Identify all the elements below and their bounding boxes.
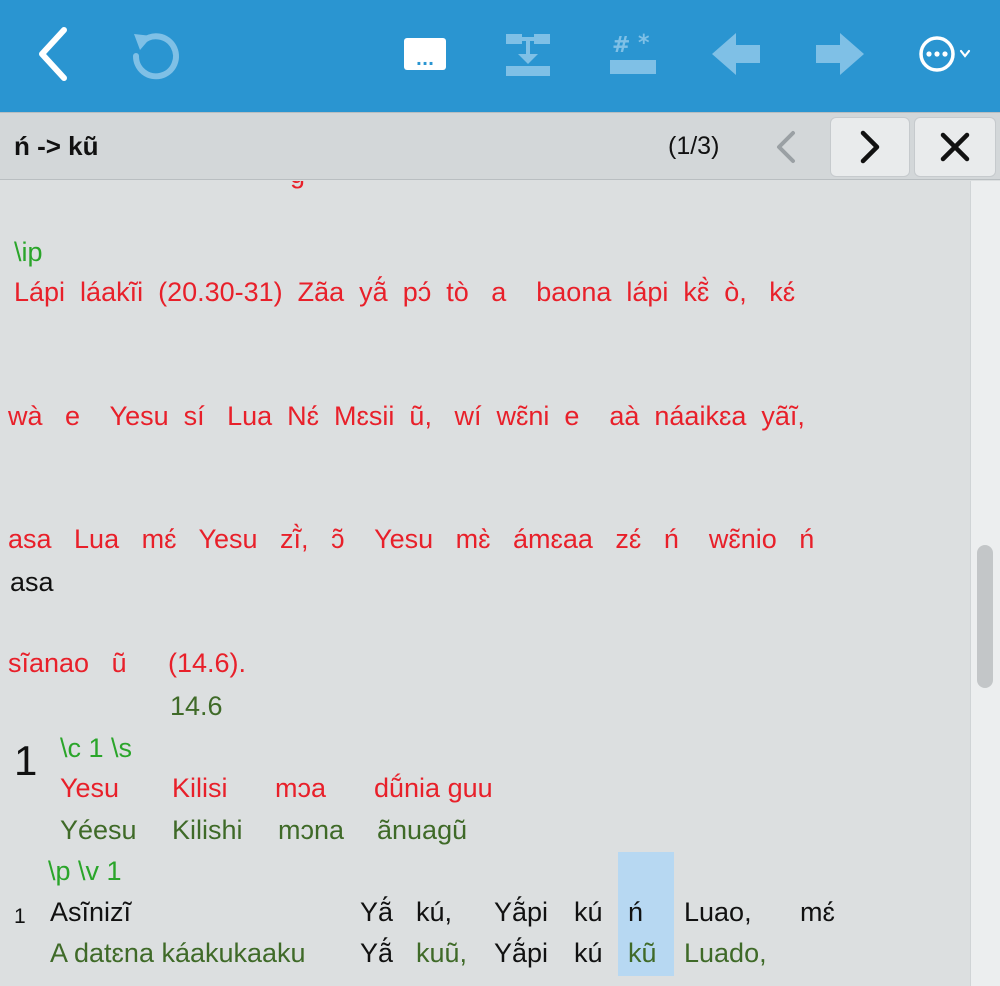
toolbar: ... # *: [0, 0, 1000, 112]
match-count: (1/3): [668, 132, 720, 160]
scrollbar-thumb[interactable]: [977, 545, 993, 688]
notes-icon-label: ...: [415, 50, 435, 69]
ip-line-4-ref: (14.6).: [168, 648, 247, 678]
verse-word: Asĩnizĩ: [50, 897, 132, 927]
svg-text:*: *: [638, 31, 650, 56]
chevron-left-icon: [39, 27, 67, 81]
chapter-marker: \c 1 \s: [60, 733, 133, 763]
undo-icon: [132, 33, 179, 80]
heading-word: Kilisi: [172, 773, 228, 803]
heading-gloss: Kilishi: [172, 815, 243, 845]
paragraph-marker: \p \v 1: [48, 856, 122, 886]
verse-gloss: Yã́: [360, 938, 394, 968]
verse-gloss: kú: [574, 938, 603, 968]
verse-word: Yã́pi: [494, 897, 549, 927]
partial-line: g: [290, 181, 305, 190]
ip-line-4-gloss: 14.6: [170, 691, 223, 721]
heading-word: Yesu: [60, 773, 120, 803]
verse-gloss: Yã́pi: [494, 938, 549, 968]
previous-arrow-button[interactable]: [708, 24, 764, 84]
more-options-icon: [919, 36, 971, 72]
merge-button[interactable]: [500, 24, 556, 84]
heading-word: mɔa: [275, 773, 327, 803]
ip-marker: \ip: [14, 237, 43, 267]
chevron-right-icon: [860, 130, 880, 164]
text-editor[interactable]: g \ip Lápi láakĩi (20.30-31) Zãa yã́ pɔ́…: [0, 181, 970, 986]
verse-gloss-match[interactable]: kũ: [628, 938, 657, 969]
markers-icon: # *: [610, 31, 656, 74]
verse-gloss: A datɛna káakukaaku: [50, 938, 306, 968]
ip-line-4-text: sĩanao ũ: [8, 648, 127, 678]
more-button[interactable]: [914, 24, 976, 84]
arrow-left-icon: [712, 33, 760, 75]
merge-icon: [506, 34, 550, 76]
close-search-button[interactable]: [914, 117, 996, 177]
verse-word: kú,: [416, 897, 453, 927]
svg-text:#: #: [612, 33, 630, 58]
verse-word: kú: [574, 897, 603, 927]
heading-gloss: mɔna: [278, 815, 345, 845]
heading-gloss: Yéesu: [60, 815, 137, 845]
verse-word: mɛ́: [800, 897, 835, 927]
ip-line-3-gloss: asa: [10, 567, 54, 597]
verse-word: Luao,: [684, 897, 752, 927]
next-arrow-button[interactable]: [812, 24, 868, 84]
close-icon: [940, 132, 970, 162]
chevron-left-icon: [777, 131, 795, 163]
heading-gloss: ãnuagũ: [377, 815, 468, 845]
find-replace-bar: ń -> kũ (1/3): [0, 112, 1000, 180]
markers-button[interactable]: # *: [604, 24, 662, 84]
previous-match-button[interactable]: [748, 117, 824, 177]
search-query[interactable]: ń -> kũ: [14, 113, 99, 179]
ip-line-2: wà e Yesu sí Lua Nɛ́ Mɛsii ũ, wí wɛ̃ni e…: [8, 401, 805, 431]
ip-line-3: asa Lua mɛ́ Yesu zĩ̀, ɔ̃ Yesu mɛ̀ ámɛaa …: [8, 524, 815, 554]
verse-gloss: kuũ,: [416, 938, 468, 968]
verse-word-match[interactable]: ń: [628, 897, 643, 928]
chapter-number: 1: [14, 737, 38, 784]
notes-icon: ...: [404, 38, 446, 70]
verse-gloss: Luado,: [684, 938, 767, 968]
notes-button[interactable]: ...: [400, 24, 450, 84]
heading-word: dṹnia guu: [374, 773, 493, 803]
verse-word: Yã́: [360, 897, 394, 927]
undo-button[interactable]: [126, 24, 186, 84]
back-button[interactable]: [28, 24, 76, 84]
verse-number: 1: [14, 905, 26, 928]
next-match-button[interactable]: [830, 117, 910, 177]
ip-line-1: Lápi láakĩi (20.30-31) Zãa yã́ pɔ́ tò a …: [14, 277, 796, 307]
arrow-right-icon: [816, 33, 864, 75]
